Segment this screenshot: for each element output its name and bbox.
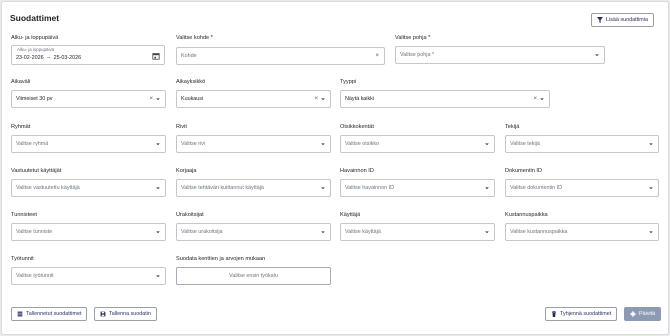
user-label: Käyttäjä <box>340 212 361 218</box>
page-title: Suodattimet <box>10 13 60 23</box>
chevron-down-icon <box>321 98 325 101</box>
date-separator: – <box>47 55 51 61</box>
date-range-float-label: Alku- ja loppupäivä <box>17 47 55 52</box>
fixer-select[interactable]: Valitse tehtävän kuittannut käyttäjä <box>176 179 331 197</box>
author-select[interactable]: Valitse tekijä <box>505 135 659 153</box>
chevron-down-icon <box>156 231 160 234</box>
date-start: 23-02-2026 <box>16 55 44 61</box>
chevron-down-icon <box>156 275 160 278</box>
author-placeholder: Valitse tekijä <box>510 141 540 147</box>
period-value: Viimeiset 30 pv <box>16 96 53 102</box>
contractors-placeholder: Valitse urakoitsija <box>181 229 223 235</box>
chevron-down-icon <box>649 231 653 234</box>
groups-select[interactable]: Valitse ryhmä <box>11 135 166 153</box>
tags-placeholder: Valitse tunniste <box>16 229 53 235</box>
target-label: Valitse kohde * <box>176 35 213 41</box>
chevron-down-icon <box>649 143 653 146</box>
type-value: Näytä kaikki <box>345 96 375 102</box>
user-select[interactable]: Valitse käyttäjä <box>340 223 495 241</box>
observation-id-label: Havainnon ID <box>340 168 374 174</box>
work-hours-select[interactable]: Valitse työtunnit <box>11 267 166 285</box>
template-select[interactable]: Valitse pohja * <box>395 46 605 64</box>
contractors-label: Urakoitsijat <box>176 212 204 218</box>
date-range-label: Alku- ja loppupäivä <box>11 35 59 41</box>
responsible-users-placeholder: Valitse vastuutettu käyttäjä <box>16 185 80 191</box>
field-filter-placeholder: Valitse ensin työkalu <box>229 273 278 279</box>
chevron-down-icon <box>485 143 489 146</box>
cost-center-label: Kustannuspaikka <box>505 212 548 218</box>
work-hours-label: Työtunnit <box>11 256 34 262</box>
save-icon <box>100 311 106 317</box>
period-select[interactable]: Viimeiset 30 pv × <box>11 90 166 108</box>
groups-label: Ryhmät <box>11 124 31 130</box>
responsible-users-label: Vastuutetut käyttäjät <box>11 168 62 174</box>
period-label: Aikaväli <box>11 79 31 85</box>
chevron-down-icon <box>485 231 489 234</box>
header-fields-select[interactable]: Valitse otsikko <box>340 135 495 153</box>
chevron-down-icon <box>321 187 325 190</box>
groups-placeholder: Valitse ryhmä <box>16 141 49 147</box>
template-label: Valitse pohja * <box>395 35 431 41</box>
contractors-select[interactable]: Valitse urakoitsija <box>176 223 331 241</box>
document-id-select[interactable]: Valitse dokumentin ID <box>505 179 659 197</box>
time-unit-value: Kuukausi <box>181 96 204 102</box>
tags-select[interactable]: Valitse tunniste <box>11 223 166 241</box>
user-placeholder: Valitse käyttäjä <box>345 229 381 235</box>
header-fields-placeholder: Valitse otsikko <box>345 141 380 147</box>
saved-filters-button[interactable]: Tallennetut suodattimet <box>11 307 88 321</box>
chevron-down-icon <box>156 187 160 190</box>
time-unit-label: Aikayksikkö <box>176 79 206 85</box>
clear-filters-button[interactable]: Tyhjennä suodattimet <box>545 307 618 321</box>
work-hours-placeholder: Valitse työtunnit <box>16 273 54 279</box>
save-filter-button[interactable]: Tallenna suodatin <box>94 307 157 321</box>
field-filter-label: Suodata kenttien ja arvojen mukaan <box>176 256 266 262</box>
date-end: 25-03-2026 <box>53 55 82 61</box>
cost-center-placeholder: Valitse kustannuspaikka <box>510 229 568 235</box>
gear-icon <box>630 311 636 317</box>
tags-label: Tunnisteet <box>11 212 37 218</box>
target-select[interactable]: Kohde × <box>176 47 385 65</box>
document-id-placeholder: Valitse dokumentin ID <box>510 185 563 191</box>
field-filter-button[interactable]: Valitse ensin työkalu <box>176 267 331 285</box>
rows-placeholder: Valitse rivi <box>181 141 206 147</box>
observation-id-select[interactable]: Valitse havainnon ID <box>340 179 495 197</box>
fixer-placeholder: Valitse tehtävän kuittannut käyttäjä <box>181 185 264 191</box>
chevron-down-icon <box>156 98 160 101</box>
list-icon <box>17 311 23 317</box>
header-fields-label: Otsikkokentät <box>340 124 374 130</box>
chevron-down-icon <box>595 54 599 57</box>
chevron-down-icon <box>321 143 325 146</box>
document-id-label: Dokumentin ID <box>505 168 542 174</box>
type-select[interactable]: Näytä kaikki × <box>340 90 550 108</box>
clear-target-icon[interactable]: × <box>375 52 379 60</box>
target-placeholder: Kohde <box>181 53 197 59</box>
observation-id-placeholder: Valitse havainnon ID <box>345 185 395 191</box>
trash-icon <box>551 311 557 317</box>
chevron-down-icon <box>540 98 544 101</box>
date-range-input[interactable]: Alku- ja loppupäivä 23-02-2026 – 25-03-2… <box>11 45 165 65</box>
cost-center-select[interactable]: Valitse kustannuspaikka <box>505 223 659 241</box>
clear-type-icon[interactable]: × <box>533 95 537 103</box>
clear-time-unit-icon[interactable]: × <box>314 95 318 103</box>
calendar-icon[interactable] <box>152 52 160 60</box>
add-filters-button[interactable]: Lisää suodattimia <box>591 13 654 27</box>
responsible-users-select[interactable]: Valitse vastuutettu käyttäjä <box>11 179 166 197</box>
rows-label: Rivit <box>176 124 187 130</box>
rows-select[interactable]: Valitse rivi <box>176 135 331 153</box>
time-unit-select[interactable]: Kuukausi × <box>176 90 331 108</box>
clear-period-icon[interactable]: × <box>149 95 153 103</box>
update-button[interactable]: Päivitä <box>624 307 662 321</box>
chevron-down-icon <box>485 187 489 190</box>
fixer-label: Korjaaja <box>176 168 197 174</box>
author-label: Tekijä <box>505 124 520 130</box>
filter-icon <box>597 17 603 23</box>
chevron-down-icon <box>156 143 160 146</box>
type-label: Tyyppi <box>340 79 357 85</box>
chevron-down-icon <box>649 187 653 190</box>
template-placeholder: Valitse pohja * <box>400 52 435 58</box>
chevron-down-icon <box>321 231 325 234</box>
